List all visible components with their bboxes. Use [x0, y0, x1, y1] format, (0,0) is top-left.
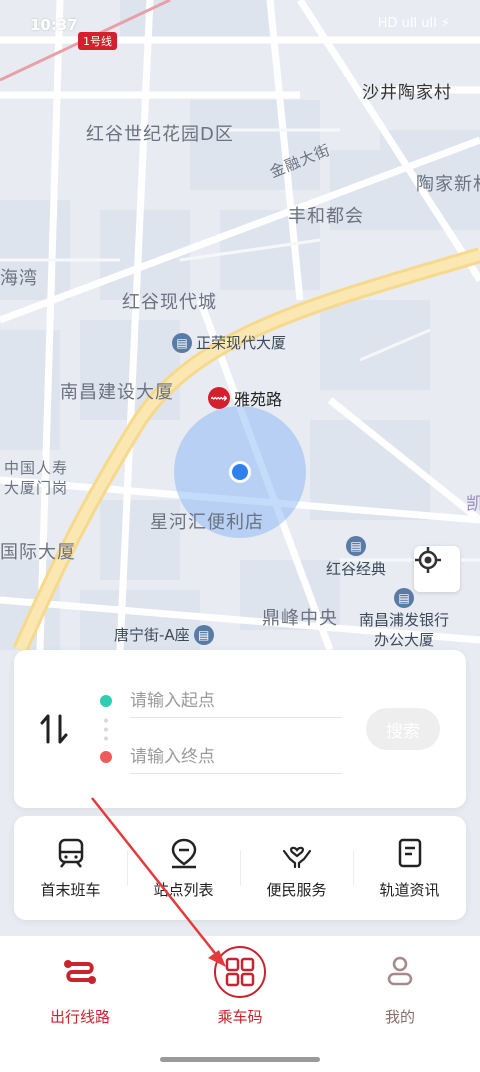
tab-label: 出行线路 — [49, 1008, 110, 1026]
poi-label: 唐宁街-A座 — [114, 626, 190, 644]
map-poi[interactable]: ▤ 红谷经典 — [326, 536, 386, 579]
building-icon: ▤ — [172, 332, 192, 353]
tab-ride-code[interactable]: 乘车码 — [180, 946, 300, 1027]
bottom-tab-bar: 出行线路 乘车码 我的 — [0, 936, 480, 1072]
map-label: 中国人寿大厦门岗 — [4, 459, 69, 497]
route-connector — [104, 716, 108, 746]
map-label: 国际大厦 — [0, 542, 76, 563]
search-button[interactable]: 搜索 — [366, 708, 440, 750]
qrcode-button[interactable] — [214, 946, 266, 998]
map-label: 星河汇便利店 — [150, 512, 264, 533]
subway-icon — [58, 838, 83, 868]
end-input[interactable] — [130, 740, 342, 774]
tab-label: 我的 — [384, 1008, 415, 1026]
qrcode-icon — [225, 957, 255, 987]
news-doc-icon — [398, 838, 421, 867]
metro-icon: ⟿ — [208, 387, 230, 409]
tab-mine[interactable]: 我的 — [340, 946, 460, 1027]
building-icon: ▤ — [193, 624, 214, 645]
poi-label: 南昌浦发银行办公大厦 — [358, 611, 449, 649]
service-label: 首末班车 — [40, 880, 101, 899]
app-screen: 1号线 沙井陶家村 红谷世纪花园D区 金融大街 陶家新村 丰和都会 海湾 红谷现… — [0, 0, 480, 1072]
crosshair-icon — [415, 547, 441, 573]
service-label: 便民服务 — [266, 880, 327, 899]
map-label: 南昌建设大厦 — [60, 382, 174, 403]
route-icon — [64, 960, 96, 984]
map-label: 凯 — [466, 494, 480, 515]
user-icon — [387, 956, 413, 986]
service-rail-news[interactable]: 轨道资讯 — [353, 816, 466, 920]
map-label: 丰和都会 — [288, 206, 364, 227]
route-search-card: 搜索 — [14, 650, 466, 808]
service-station-list[interactable]: 站点列表 — [127, 816, 240, 920]
map-poi[interactable]: ▤ 唐宁街-A座 — [114, 624, 214, 645]
quick-services: 首末班车 站点列表 便民服务 轨道资讯 — [14, 816, 466, 920]
station-pin-icon — [171, 838, 196, 868]
tab-label: 乘车码 — [217, 1008, 263, 1026]
swap-icon[interactable] — [40, 712, 68, 746]
start-dot — [100, 695, 112, 707]
start-input[interactable] — [130, 684, 342, 718]
map-label: 海湾 — [0, 268, 38, 289]
building-icon: ▤ — [394, 588, 414, 608]
poi-label: 红谷经典 — [326, 560, 387, 578]
home-indicator[interactable] — [160, 1057, 320, 1062]
service-label: 轨道资讯 — [379, 880, 440, 899]
map-label: 鼎峰中央 — [262, 608, 338, 629]
service-label: 站点列表 — [153, 880, 214, 899]
end-dot — [100, 751, 112, 763]
map-poi[interactable]: ▤ 正荣现代大厦 — [172, 332, 286, 353]
map-label: 红谷世纪花园D区 — [86, 124, 234, 145]
map-label: 红谷现代城 — [122, 292, 217, 313]
metro-station[interactable]: ⟿ 雅苑路 — [208, 386, 282, 410]
locate-button[interactable] — [414, 546, 460, 592]
tab-routes[interactable]: 出行线路 — [20, 946, 140, 1027]
poi-label: 正荣现代大厦 — [196, 334, 287, 352]
station-label: 雅苑路 — [234, 390, 283, 409]
status-time: 10:37 — [30, 16, 78, 34]
building-icon: ▤ — [346, 536, 366, 556]
status-icons: HD ull ull ⚡ — [377, 16, 450, 31]
status-bar: 10:37 HD ull ull ⚡ — [0, 0, 480, 52]
service-first-last-train[interactable]: 首末班车 — [14, 816, 127, 920]
map-poi[interactable]: ▤ 南昌浦发银行办公大厦 — [356, 588, 452, 650]
map-label: 沙井陶家村 — [362, 83, 452, 103]
service-convenience[interactable]: 便民服务 — [240, 816, 353, 920]
map-label: 陶家新村 — [416, 174, 480, 195]
heart-hands-icon — [282, 846, 311, 868]
